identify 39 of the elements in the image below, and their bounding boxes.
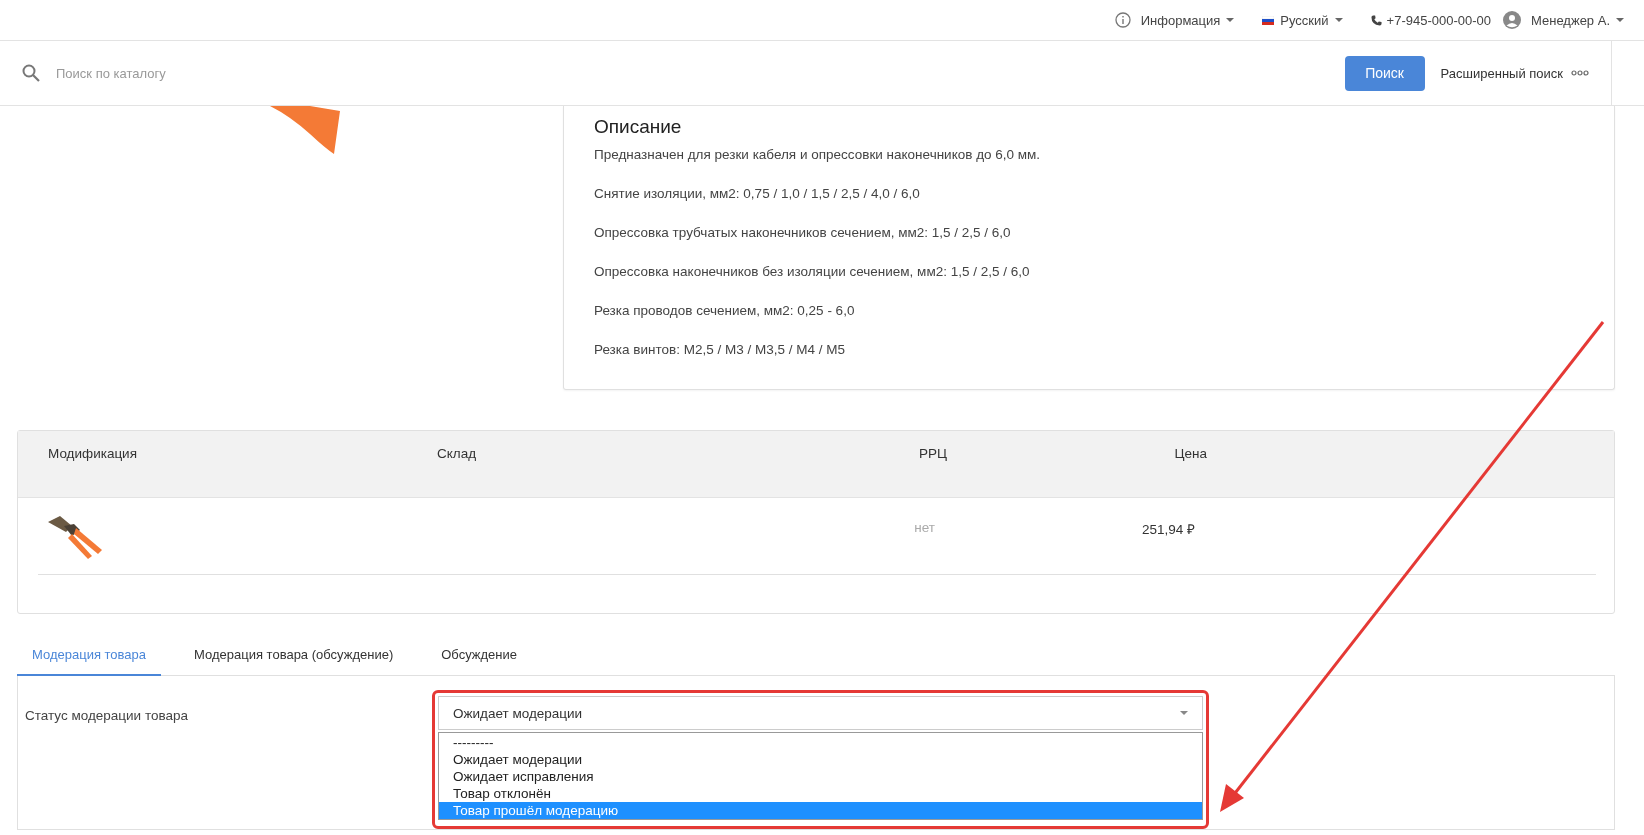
dropdown-option[interactable]: Ожидает исправления	[439, 768, 1202, 785]
flag-icon	[1262, 15, 1275, 25]
search-field[interactable]: Поиск по каталогу	[54, 64, 1345, 82]
language-menu[interactable]: Русский	[1280, 12, 1329, 28]
description-title: Описание	[594, 116, 683, 138]
phone-icon	[1370, 14, 1382, 26]
description-line: Опрессовка трубчатых наконечников сечением, мм2: 1,5 / 2,5 / 6,0	[594, 224, 1012, 242]
more-icon[interactable]	[1571, 70, 1589, 76]
field-label: Статус модерации товара	[24, 707, 189, 725]
table-cell-text: нет	[913, 519, 935, 537]
info-icon[interactable]	[1114, 12, 1131, 28]
caret-icon	[1334, 18, 1343, 22]
column-header: Склад	[437, 445, 478, 463]
advanced-search-link[interactable]: Расширенный поиск	[1440, 65, 1563, 81]
dropdown-option[interactable]: Ожидает модерации	[439, 751, 1202, 768]
description-line: Снятие изоляции, мм2: 0,75 / 1,0 / 1,5 / 2,5 / 4,0 / 6,0	[594, 185, 921, 203]
tab[interactable]: Обсуждение	[426, 635, 532, 676]
caret-icon	[1616, 18, 1624, 22]
dropdown-option[interactable]: Товар отклонён	[439, 785, 1202, 802]
caret-icon	[1226, 18, 1235, 22]
tab[interactable]: Модерация товара	[17, 635, 162, 676]
user-avatar-icon[interactable]	[1503, 11, 1522, 29]
column-header: РРЦ	[918, 445, 947, 463]
description-line: Резка винтов: М2,5 / М3 / М3,5 / М4 / М5	[594, 341, 846, 359]
description-line: Предназначен для резки кабеля и опрессовки наконечников до 6,0 мм.	[594, 146, 1042, 164]
info-menu[interactable]: Информация	[1140, 12, 1221, 28]
tab[interactable]: Модерация товара (обсуждение)	[179, 635, 409, 676]
status-select[interactable]: Ожидает модерации	[438, 696, 1203, 730]
dropdown-option[interactable]: ---------	[439, 734, 1202, 751]
column-header: Модификация	[47, 445, 138, 463]
table-cell-text: 251,94 ₽	[1140, 521, 1195, 539]
description-line: Резка проводов сечением, мм2: 0,25 - 6,0	[594, 302, 856, 320]
description-line: Опрессовка наконечников без изоляции сечением, мм2: 1,5 / 2,5 / 6,0	[594, 263, 1031, 281]
search-button[interactable]: Поиск	[1344, 55, 1425, 91]
user-menu[interactable]: Менеджер А.	[1531, 12, 1610, 28]
caret-icon	[1180, 711, 1188, 715]
search-icon	[22, 64, 40, 82]
column-header: Цена	[1173, 445, 1207, 463]
phone-number: +7-945-000-00-00	[1386, 12, 1492, 28]
